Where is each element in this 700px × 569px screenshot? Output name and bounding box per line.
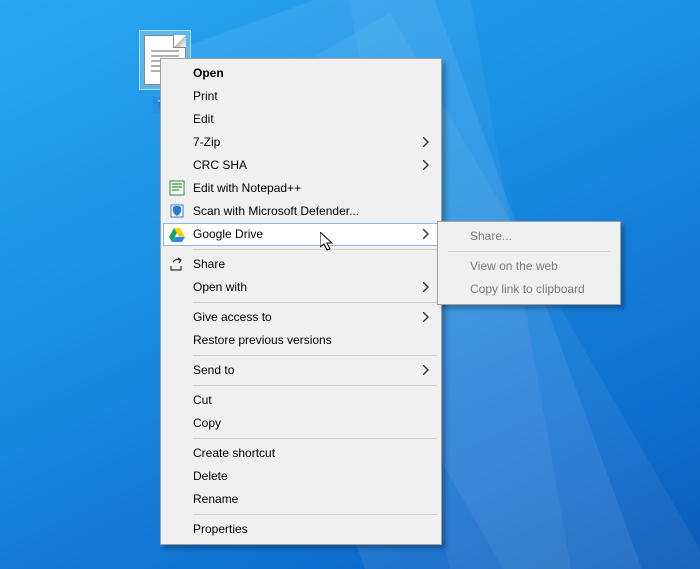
- menu-edit[interactable]: Edit: [163, 108, 439, 131]
- menu-open[interactable]: Open: [163, 62, 439, 85]
- defender-shield-icon: [169, 203, 185, 219]
- menu-7zip[interactable]: 7-Zip: [163, 131, 439, 154]
- menu-rename[interactable]: Rename: [163, 488, 439, 511]
- chevron-right-icon: [423, 229, 429, 239]
- menu-scan-defender[interactable]: Scan with Microsoft Defender...: [163, 200, 439, 223]
- menu-separator: [193, 249, 437, 250]
- menu-label: Print: [193, 89, 218, 103]
- chevron-right-icon: [423, 282, 429, 292]
- menu-google-drive[interactable]: Google Drive: [163, 223, 439, 246]
- menu-label: Copy link to clipboard: [470, 282, 585, 296]
- menu-separator: [448, 251, 610, 252]
- menu-send-to[interactable]: Send to: [163, 359, 439, 382]
- menu-label: Delete: [193, 469, 228, 483]
- menu-label: Edit: [193, 112, 214, 126]
- menu-cut[interactable]: Cut: [163, 389, 439, 412]
- menu-label: Give access to: [193, 310, 272, 324]
- menu-separator: [193, 514, 437, 515]
- menu-label: Rename: [193, 492, 238, 506]
- chevron-right-icon: [423, 160, 429, 170]
- menu-label: Cut: [193, 393, 212, 407]
- submenu-copy-link[interactable]: Copy link to clipboard: [440, 278, 618, 301]
- chevron-right-icon: [423, 365, 429, 375]
- menu-separator: [193, 385, 437, 386]
- submenu-view-on-web[interactable]: View on the web: [440, 255, 618, 278]
- menu-share[interactable]: Share: [163, 253, 439, 276]
- menu-give-access[interactable]: Give access to: [163, 306, 439, 329]
- chevron-right-icon: [423, 312, 429, 322]
- menu-label: CRC SHA: [193, 158, 247, 172]
- menu-label: Share: [193, 257, 225, 271]
- menu-separator: [193, 355, 437, 356]
- menu-separator: [193, 302, 437, 303]
- desktop-background[interactable]: TV Open Print Edit 7-Zip CRC SHA Edit wi…: [0, 0, 700, 569]
- menu-label: Open: [193, 66, 224, 80]
- menu-edit-notepadpp[interactable]: Edit with Notepad++: [163, 177, 439, 200]
- share-icon: [169, 256, 185, 272]
- menu-label: Scan with Microsoft Defender...: [193, 204, 359, 218]
- menu-label: Restore previous versions: [193, 333, 332, 347]
- menu-properties[interactable]: Properties: [163, 518, 439, 541]
- menu-label: Open with: [193, 280, 247, 294]
- menu-label: Copy: [193, 416, 221, 430]
- menu-label: Create shortcut: [193, 446, 275, 460]
- menu-copy[interactable]: Copy: [163, 412, 439, 435]
- menu-label: Edit with Notepad++: [193, 181, 301, 195]
- notepadpp-icon: [169, 180, 185, 196]
- google-drive-icon: [169, 226, 185, 242]
- menu-separator: [193, 438, 437, 439]
- menu-create-shortcut[interactable]: Create shortcut: [163, 442, 439, 465]
- menu-label: Properties: [193, 522, 248, 536]
- context-menu: Open Print Edit 7-Zip CRC SHA Edit with …: [160, 58, 442, 545]
- chevron-right-icon: [423, 137, 429, 147]
- menu-print[interactable]: Print: [163, 85, 439, 108]
- menu-label: Share...: [470, 229, 512, 243]
- menu-crc-sha[interactable]: CRC SHA: [163, 154, 439, 177]
- menu-label: Send to: [193, 363, 234, 377]
- menu-delete[interactable]: Delete: [163, 465, 439, 488]
- google-drive-submenu: Share... View on the web Copy link to cl…: [437, 221, 621, 305]
- menu-label: 7-Zip: [193, 135, 220, 149]
- menu-label: View on the web: [470, 259, 558, 273]
- menu-restore-previous[interactable]: Restore previous versions: [163, 329, 439, 352]
- menu-label: Google Drive: [193, 227, 263, 241]
- menu-open-with[interactable]: Open with: [163, 276, 439, 299]
- submenu-share[interactable]: Share...: [440, 225, 618, 248]
